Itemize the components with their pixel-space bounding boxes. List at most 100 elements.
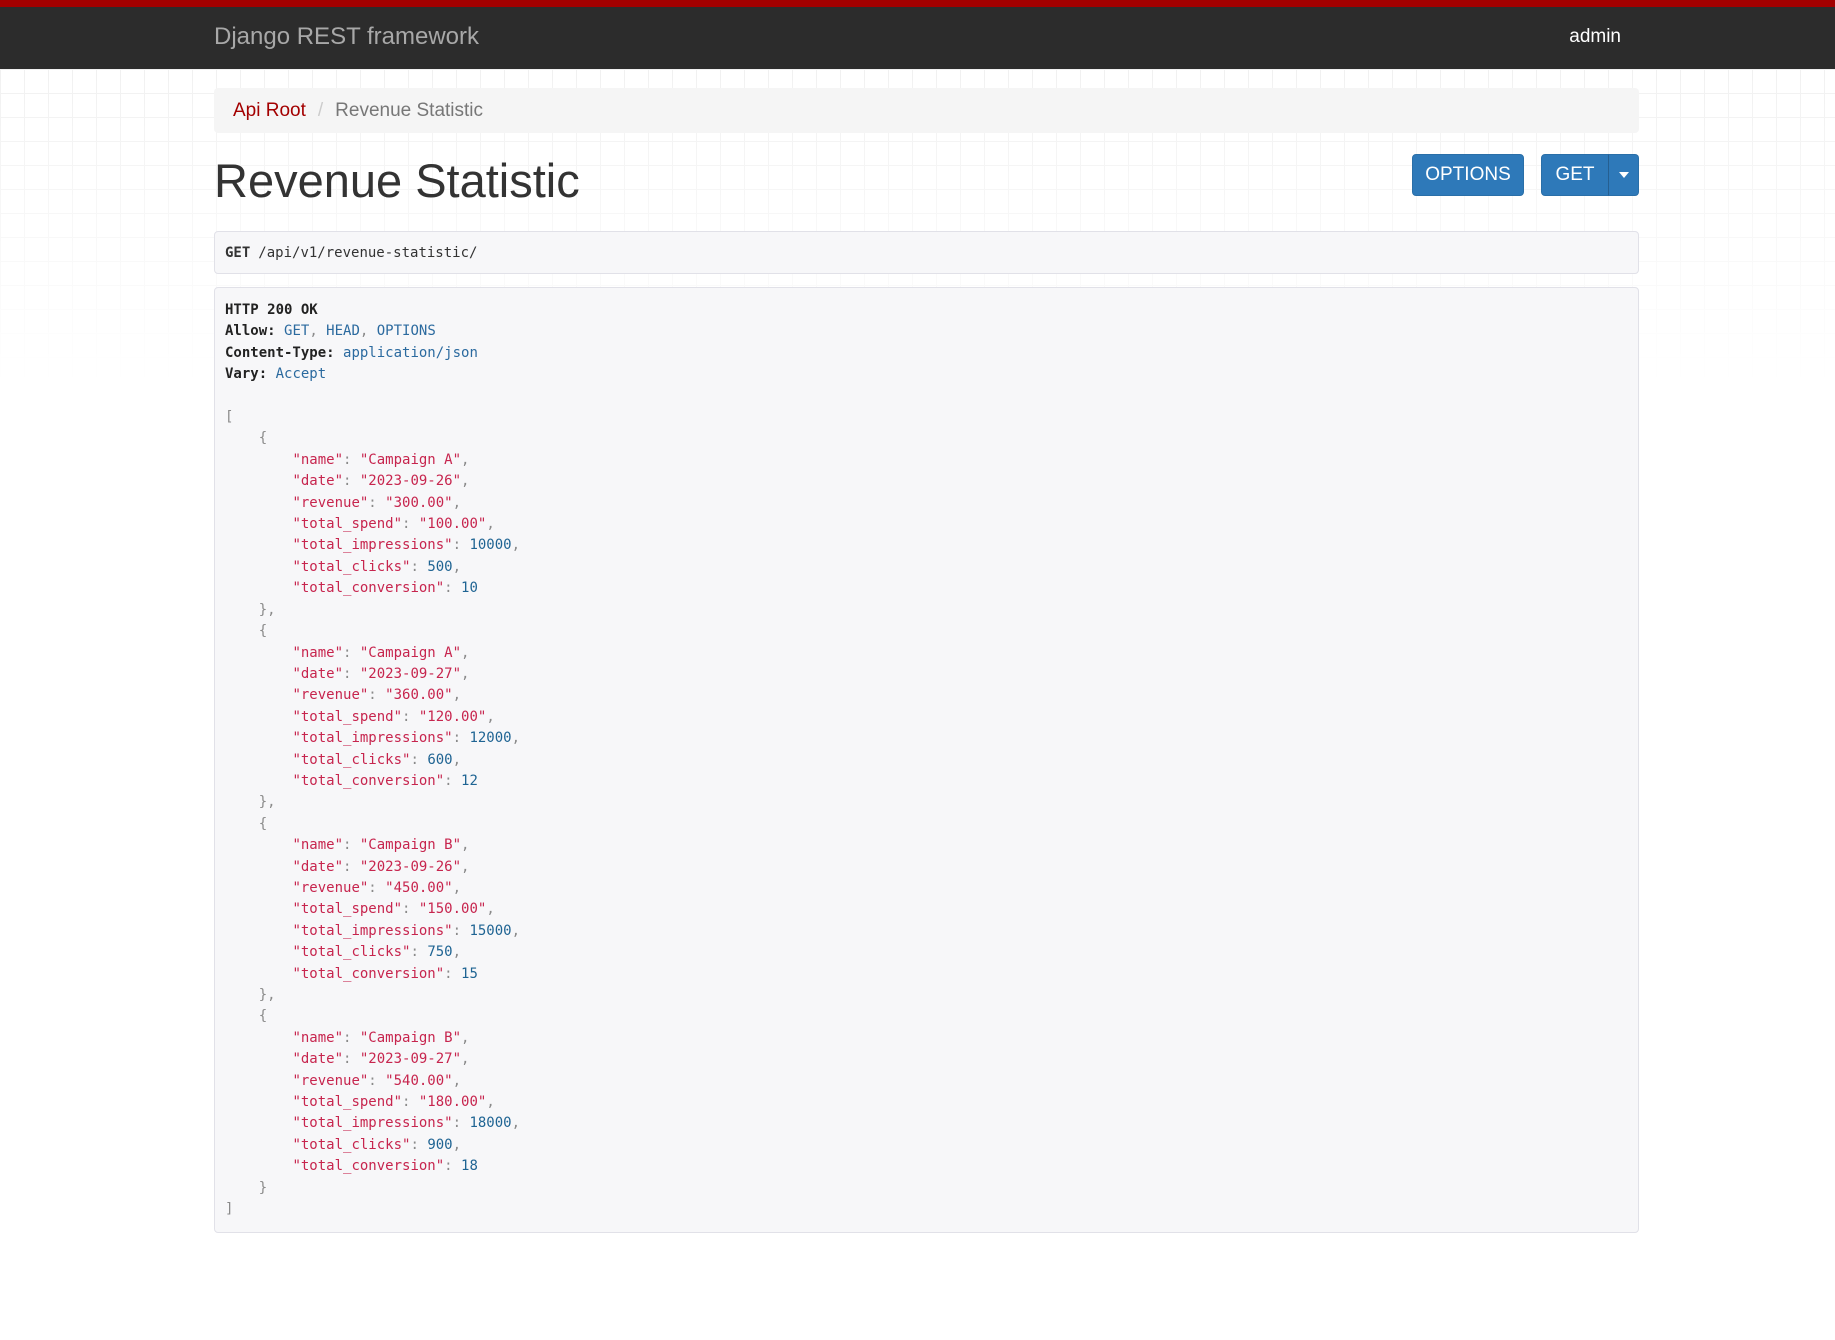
- json-punctuation: :: [444, 1158, 462, 1175]
- json-key: "name": [292, 1029, 344, 1046]
- json-punctuation: :: [368, 494, 386, 511]
- json-key: "date": [292, 665, 344, 682]
- json-string-value: "Campaign A": [359, 451, 462, 468]
- json-key: "total_conversion": [292, 580, 445, 597]
- json-punctuation: :: [402, 1094, 419, 1111]
- json-punctuation: :: [368, 879, 386, 896]
- json-punctuation: :: [402, 516, 419, 533]
- json-number-value: 15000: [469, 922, 512, 939]
- json-number-value: 600: [427, 751, 453, 768]
- json-string-value: "Campaign B": [359, 837, 462, 854]
- json-punctuation: ,: [511, 730, 521, 747]
- navbar: Django REST framework admin: [0, 0, 1835, 69]
- json-key: "total_impressions": [292, 922, 453, 939]
- response-info: HTTP 200 OK Allow: GET, HEAD, OPTIONS Co…: [214, 287, 1639, 1233]
- brand-link[interactable]: Django REST framework: [214, 23, 479, 51]
- json-key: "date": [292, 858, 344, 875]
- json-number-value: 18: [461, 1158, 478, 1175]
- get-format-dropdown-button[interactable]: [1608, 154, 1639, 196]
- json-punctuation: ,: [461, 1051, 470, 1068]
- json-string-value: "300.00": [385, 494, 453, 511]
- json-number-value: 18000: [469, 1115, 512, 1132]
- json-punctuation: :: [343, 858, 360, 875]
- json-key: "revenue": [292, 879, 369, 896]
- request-method: GET: [225, 244, 251, 261]
- breadcrumb: Api Root / Revenue Statistic: [214, 88, 1639, 133]
- json-string-value: "450.00": [385, 879, 453, 896]
- json-punctuation: ,: [486, 516, 495, 533]
- json-key: "revenue": [292, 494, 369, 511]
- json-key: "total_spend": [292, 901, 403, 918]
- json-number-value: 12: [461, 772, 478, 789]
- json-number-value: 900: [427, 1136, 453, 1153]
- json-punctuation: ,: [461, 858, 470, 875]
- json-number-value: 10000: [469, 537, 512, 554]
- allowed-method: GET: [284, 323, 310, 340]
- json-key: "total_impressions": [292, 1115, 453, 1132]
- json-brace: },: [258, 794, 276, 811]
- json-punctuation: ,: [452, 1136, 462, 1153]
- json-key: "date": [292, 1051, 344, 1068]
- json-punctuation: :: [343, 644, 360, 661]
- json-punctuation: ,: [461, 665, 470, 682]
- json-punctuation: :: [452, 922, 470, 939]
- json-punctuation: ,: [359, 323, 377, 340]
- json-punctuation: :: [368, 687, 386, 704]
- json-punctuation: :: [410, 944, 428, 961]
- json-punctuation: ,: [452, 494, 462, 511]
- json-punctuation: :: [343, 451, 360, 468]
- json-string-value: "540.00": [385, 1072, 453, 1089]
- json-key: "total_spend": [292, 708, 403, 725]
- json-string-value: "100.00": [418, 516, 487, 533]
- json-number-value: 500: [427, 558, 453, 575]
- json-brace: {: [258, 815, 268, 832]
- json-number-value: 10: [461, 580, 478, 597]
- json-brace: {: [258, 1008, 268, 1025]
- json-key: "total_clicks": [292, 1136, 411, 1153]
- json-key: "total_spend": [292, 1094, 403, 1111]
- json-punctuation: :: [410, 751, 428, 768]
- request-path: /api/v1/revenue-statistic/: [258, 244, 478, 261]
- json-punctuation: :: [410, 1136, 428, 1153]
- json-number-value: 12000: [469, 730, 512, 747]
- json-key: "total_clicks": [292, 751, 411, 768]
- json-brace: },: [258, 601, 276, 618]
- json-punctuation: :: [452, 730, 470, 747]
- json-string-value: "180.00": [418, 1094, 487, 1111]
- json-punctuation: ,: [461, 451, 470, 468]
- json-punctuation: ,: [309, 323, 327, 340]
- options-button[interactable]: OPTIONS: [1412, 154, 1524, 196]
- json-punctuation: ,: [452, 879, 462, 896]
- json-bracket: [: [225, 409, 234, 426]
- json-string-value: "2023-09-27": [359, 1051, 462, 1068]
- json-punctuation: ,: [511, 922, 521, 939]
- json-punctuation: :: [402, 708, 419, 725]
- json-punctuation: ,: [452, 1072, 462, 1089]
- json-string-value: "120.00": [418, 708, 487, 725]
- json-key: "total_conversion": [292, 1158, 445, 1175]
- json-punctuation: ,: [452, 751, 462, 768]
- json-key: "total_clicks": [292, 558, 411, 575]
- json-punctuation: :: [343, 837, 360, 854]
- json-brace: {: [258, 623, 268, 640]
- response-header-key: Vary:: [225, 366, 268, 383]
- json-key: "total_conversion": [292, 965, 445, 982]
- json-string-value: "Campaign A": [359, 644, 462, 661]
- breadcrumb-api-root-link[interactable]: Api Root: [233, 100, 306, 122]
- user-menu[interactable]: admin: [1569, 26, 1621, 48]
- caret-down-icon: [1618, 172, 1629, 178]
- breadcrumb-current: Revenue Statistic: [335, 99, 484, 121]
- json-punctuation: :: [444, 965, 462, 982]
- json-brace: },: [258, 987, 276, 1003]
- json-key: "total_spend": [292, 516, 403, 533]
- json-punctuation: ,: [461, 473, 470, 490]
- json-punctuation: ,: [461, 644, 470, 661]
- json-punctuation: :: [452, 537, 470, 554]
- json-punctuation: :: [444, 772, 462, 789]
- json-punctuation: ,: [511, 1115, 521, 1132]
- json-punctuation: :: [343, 1029, 360, 1046]
- json-punctuation: :: [402, 901, 419, 918]
- json-punctuation: :: [343, 1051, 360, 1068]
- json-punctuation: ,: [452, 558, 462, 575]
- get-button[interactable]: GET: [1541, 154, 1609, 196]
